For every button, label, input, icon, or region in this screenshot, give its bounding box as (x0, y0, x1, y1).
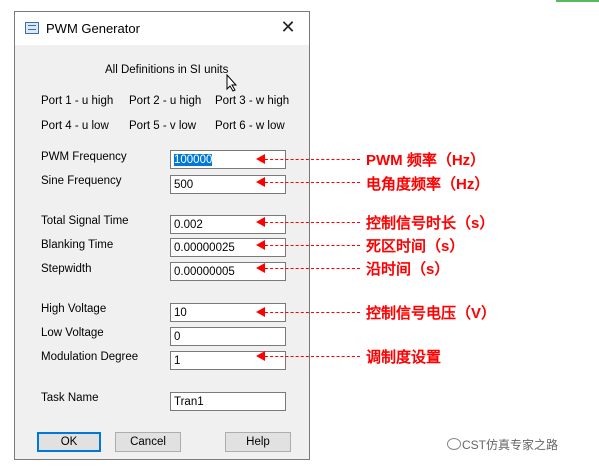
blanking-time-label: Blanking Time (41, 239, 114, 251)
si-units-note: All Definitions in SI units (105, 64, 229, 76)
watermark-text: CST仿真专家之路 (462, 438, 559, 452)
arrow-icon (256, 240, 265, 250)
annotation-blanking-time: 死区时间（s） (366, 238, 465, 255)
annotation-stepwidth: 沿时间（s） (366, 261, 450, 278)
blanking-time-input[interactable]: 0.00000025 (170, 238, 286, 257)
title-bar: PWM Generator ✕ (15, 12, 309, 45)
annotation-line-high-voltage (265, 312, 360, 313)
port-1-label: Port 1 - u high (41, 95, 114, 107)
low-voltage-input[interactable]: 0 (170, 327, 286, 346)
task-name-label: Task Name (41, 392, 99, 404)
window-app-icon (25, 22, 39, 34)
high-voltage-label: High Voltage (41, 303, 107, 315)
sine-frequency-input[interactable]: 500 (170, 175, 286, 194)
annotation-total-signal-time: 控制信号时长（s） (366, 215, 495, 232)
annotation-line-modulation (265, 356, 360, 357)
ok-button[interactable]: OK (37, 432, 101, 452)
dialog-title: PWM Generator (46, 21, 140, 36)
modulation-degree-label: Modulation Degree (41, 351, 139, 363)
help-button[interactable]: Help (225, 432, 291, 452)
arrow-icon (256, 217, 265, 227)
pwm-generator-dialog: PWM Generator ✕ All Definitions in SI un… (14, 11, 310, 460)
total-signal-time-label: Total Signal Time (41, 215, 129, 227)
low-voltage-label: Low Voltage (41, 327, 104, 339)
annotation-line-pwm (265, 159, 360, 160)
sine-frequency-label: Sine Frequency (41, 175, 122, 187)
annotation-high-voltage: 控制信号电压（V） (366, 305, 497, 322)
total-signal-time-input[interactable]: 0.002 (170, 215, 286, 234)
arrow-icon (256, 351, 265, 361)
arrow-icon (256, 307, 265, 317)
port-5-label: Port 5 - v low (129, 120, 197, 132)
arrow-icon (256, 154, 265, 164)
port-3-label: Port 3 - w high (215, 95, 290, 107)
wechat-icon (447, 438, 461, 450)
cancel-button[interactable]: Cancel (115, 432, 181, 452)
arrow-icon (256, 263, 265, 273)
port-6-label: Port 6 - w low (215, 120, 285, 132)
stepwidth-input[interactable]: 0.00000005 (170, 262, 286, 281)
pwm-frequency-label: PWM Frequency (41, 151, 127, 163)
pwm-frequency-value: 100000 (174, 154, 213, 166)
annotation-pwm-frequency: PWM 频率（Hz） (366, 152, 486, 169)
task-name-input[interactable]: Tran1 (170, 392, 286, 411)
port-2-label: Port 2 - u high (129, 95, 202, 107)
modulation-degree-input[interactable]: 1 (170, 351, 286, 370)
stepwidth-label: Stepwidth (41, 263, 92, 275)
annotation-modulation-degree: 调制度设置 (366, 349, 442, 366)
port-4-label: Port 4 - u low (41, 120, 109, 132)
close-icon[interactable]: ✕ (277, 16, 299, 38)
arrow-icon (256, 177, 265, 187)
annotation-line-sine (265, 182, 360, 183)
top-right-accent-line (556, 0, 599, 2)
annotation-sine-frequency: 电角度频率（Hz） (366, 176, 490, 193)
mouse-cursor-icon (226, 74, 238, 92)
annotation-line-total-time (265, 222, 360, 223)
annotation-line-blanking (265, 245, 360, 246)
annotation-line-stepwidth (265, 268, 360, 269)
